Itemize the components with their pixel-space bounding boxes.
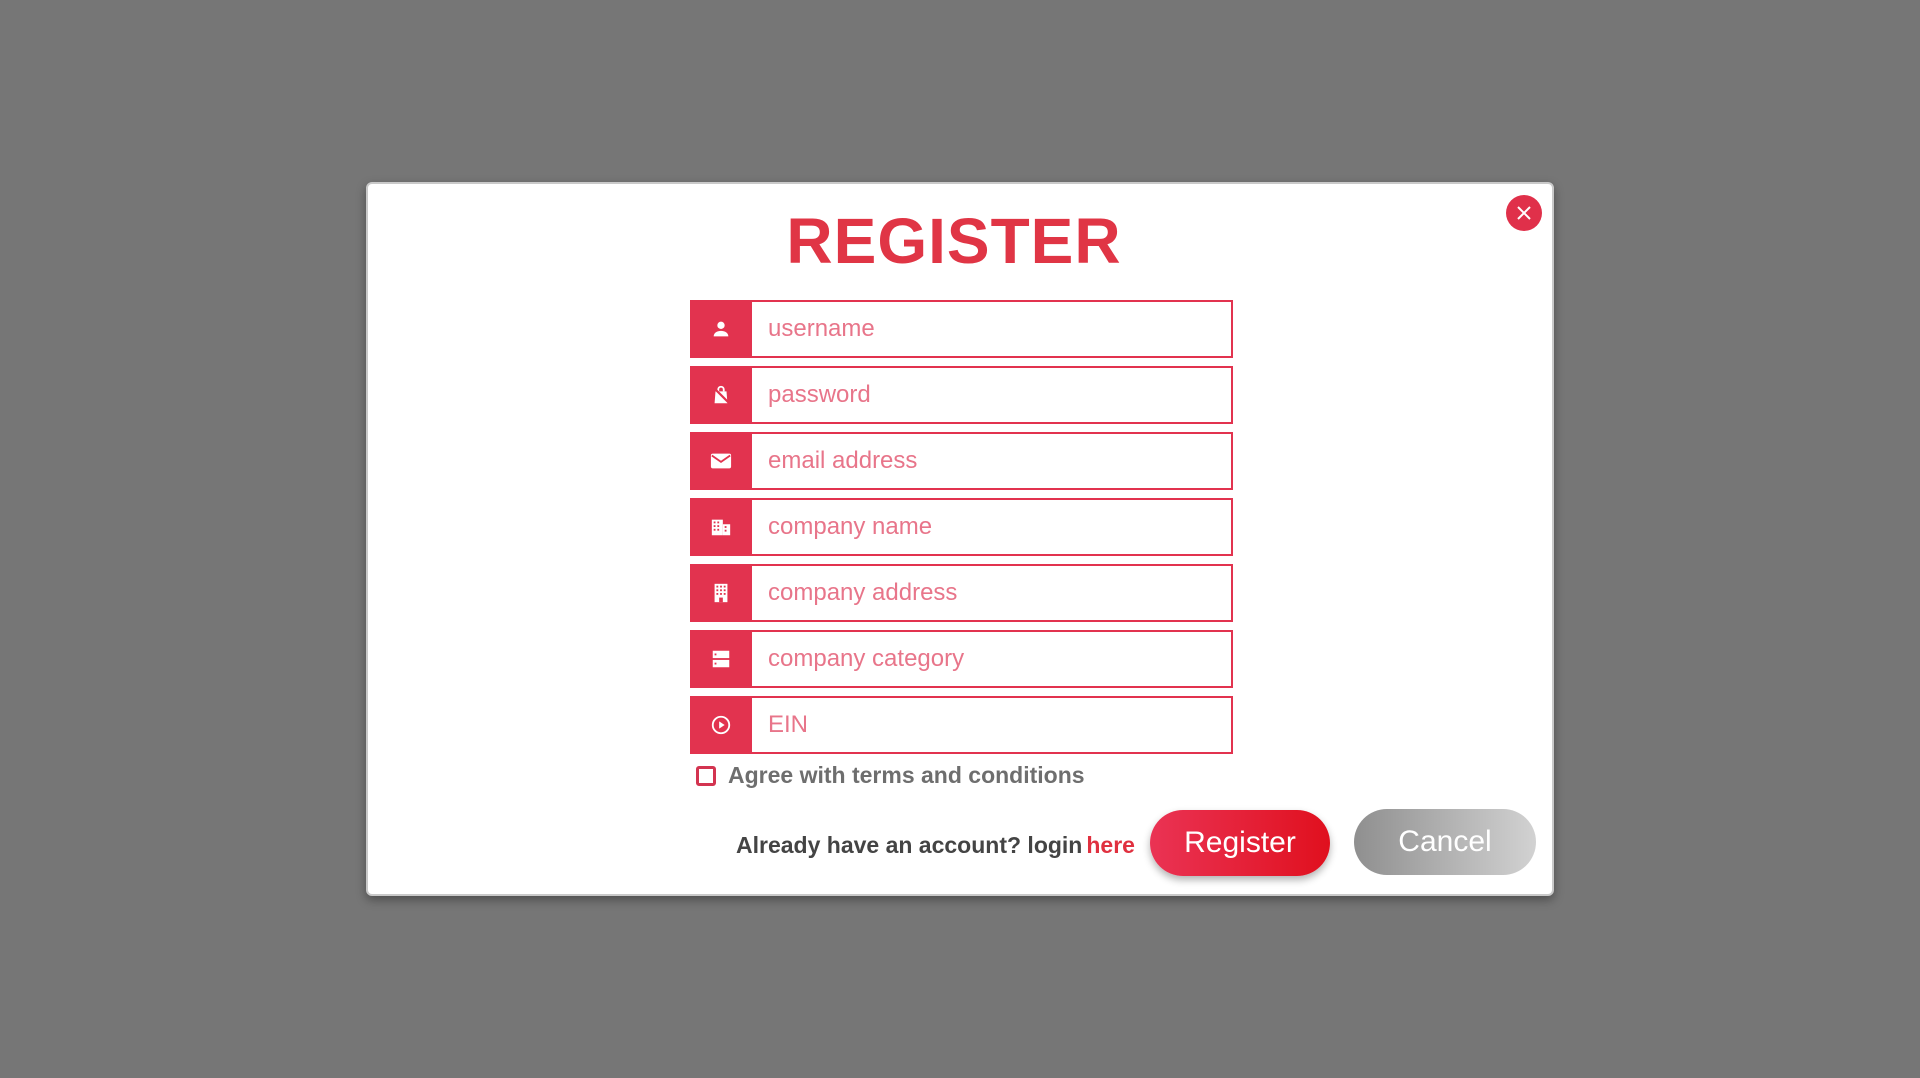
company-category-input[interactable] [752,630,1233,688]
register-form [690,300,1233,762]
email-input[interactable] [752,432,1233,490]
terms-checkbox[interactable] [696,765,716,786]
register-dialog: REGISTER username email address company … [366,182,1554,896]
password-icon-box [690,366,752,424]
register-button[interactable]: Register [1150,810,1330,876]
company-address-input[interactable] [752,564,1233,622]
email-field-row [690,432,1233,490]
cancel-button[interactable]: Cancel [1354,809,1536,875]
company-address-icon-box [690,564,752,622]
ein-icon-box [690,696,752,754]
apartment-icon [710,582,732,604]
terms-row: Agree with terms and conditions [696,762,1085,789]
company-category-field-row [690,630,1233,688]
modal-overlay: REGISTER username email address company … [0,0,1920,1078]
login-prompt-text: Already have an account? login [736,832,1083,858]
terms-label: Agree with terms and conditions [728,762,1085,788]
login-prompt-row: Already have an account? login here [736,832,1135,859]
ein-field-row [690,696,1233,754]
email-icon-box [690,432,752,490]
login-here-link[interactable]: here [1086,832,1135,858]
company-name-icon-box [690,498,752,556]
password-field-row [690,366,1233,424]
envelope-icon [710,452,732,470]
dialog-title: REGISTER [786,205,1122,277]
close-icon [1516,205,1532,221]
person-icon [710,318,732,340]
close-button[interactable] [1506,195,1542,231]
company-name-field-row [690,498,1233,556]
circle-play-icon [710,714,732,736]
company-category-icon-box [690,630,752,688]
company-name-input[interactable] [752,498,1233,556]
username-input[interactable] [752,300,1233,358]
ein-input[interactable] [752,696,1233,754]
company-address-field-row [690,564,1233,622]
category-list-icon [710,648,732,670]
username-icon-box [690,300,752,358]
username-field-row [690,300,1233,358]
lock-bag-icon [710,384,732,406]
building-icon [710,516,732,538]
password-input[interactable] [752,366,1233,424]
